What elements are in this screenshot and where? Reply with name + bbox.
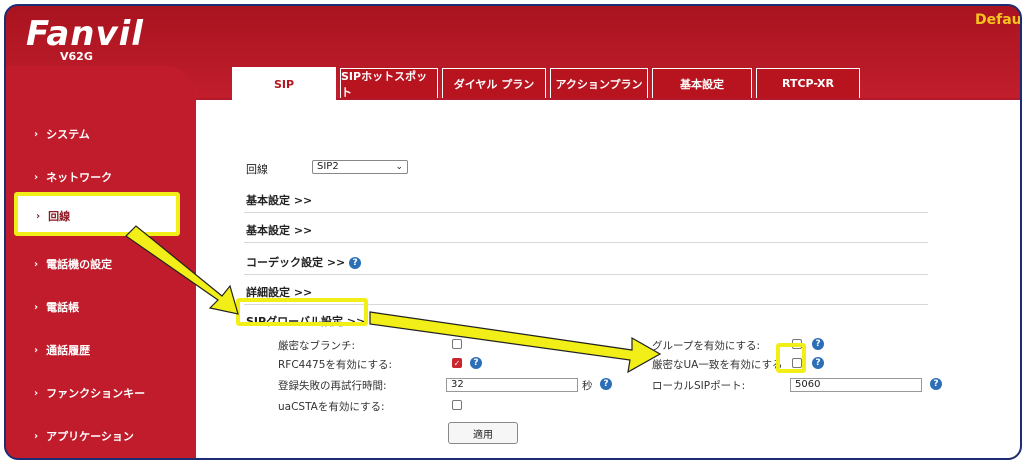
arrow-to-sip-global [125,225,239,315]
arrow-to-strict-ua [369,311,662,374]
annotation-arrows [125,225,662,374]
